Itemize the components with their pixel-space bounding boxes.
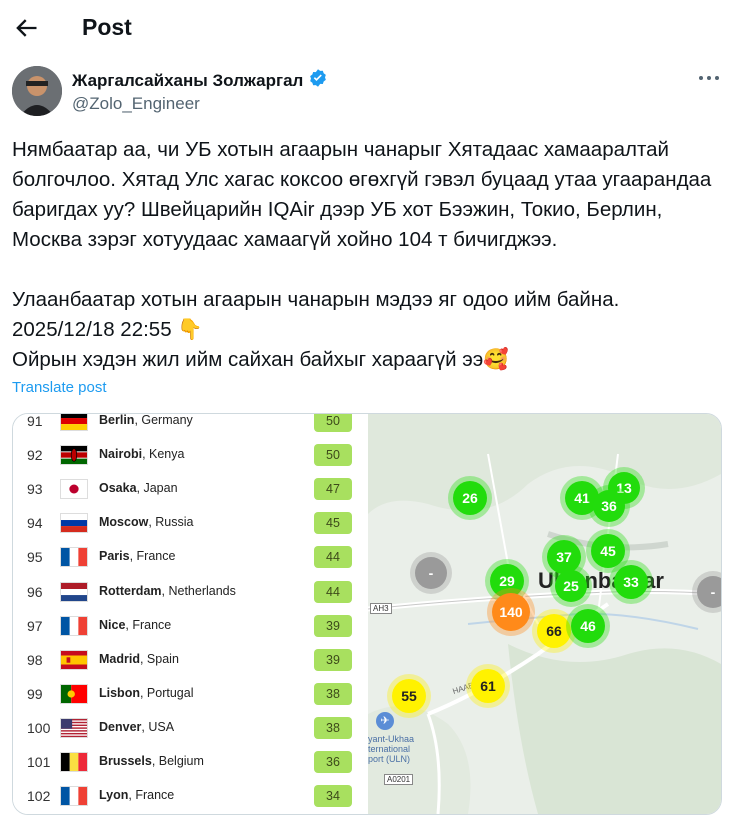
aqi-map-marker[interactable]: 66 <box>537 614 571 648</box>
ranking-number: 102 <box>27 788 51 805</box>
verified-badge-icon <box>308 68 328 93</box>
author-name[interactable]: Жаргалсайханы Золжаргал <box>72 71 303 91</box>
aqi-score-badge: 38 <box>314 716 352 739</box>
aqi-score-badge: 44 <box>314 546 352 569</box>
aqi-map-marker[interactable]: 33 <box>614 565 648 599</box>
city-name: Paris, France <box>99 549 176 564</box>
post-paragraph: Улаанбаатар хотын агаарын чанарын мэдээ … <box>12 288 620 311</box>
aqi-map-marker[interactable]: 61 <box>471 669 505 703</box>
ranking-number: 92 <box>27 447 43 464</box>
map-background <box>368 414 721 814</box>
ranking-number: 96 <box>27 583 43 600</box>
page-title: Post <box>82 14 132 40</box>
city-name: Nice, France <box>99 617 172 632</box>
flag-icon <box>60 581 88 602</box>
flag-icon <box>60 717 88 738</box>
post-text: Нямбаатар аа, чи УБ хотын агаарын чанары… <box>12 135 732 375</box>
aqi-map-marker[interactable]: 140 <box>492 593 530 631</box>
ranking-row: 97 Nice, France 39 <box>13 609 368 643</box>
post-image[interactable]: 91 Berlin, Germany 50 92 Nairobi, Kenya 50 93 O… <box>12 413 722 815</box>
ranking-number: 95 <box>27 549 43 566</box>
ranking-number: 97 <box>27 617 43 634</box>
city-ranking-list: 91 Berlin, Germany 50 92 Nairobi, Kenya 50 93 O… <box>13 414 368 814</box>
avatar[interactable] <box>12 66 62 116</box>
road-label: AH3 <box>370 603 392 614</box>
aqi-map-marker[interactable]: 55 <box>392 679 426 713</box>
city-name: Rotterdam, Netherlands <box>99 583 236 598</box>
ranking-number: 98 <box>27 651 43 668</box>
ranking-number: 94 <box>27 515 43 532</box>
city-name: Osaka, Japan <box>99 481 178 496</box>
author-handle[interactable]: @Zolo_Engineer <box>72 94 200 114</box>
ranking-row: 99 Lisbon, Portugal 38 <box>13 677 368 711</box>
aqi-score-badge: 47 <box>314 478 352 501</box>
flag-icon <box>60 649 88 670</box>
ranking-row: 101 Brussels, Belgium 36 <box>13 745 368 779</box>
aqi-score-badge: 44 <box>314 580 352 603</box>
ranking-row: 93 Osaka, Japan 47 <box>13 472 368 506</box>
city-name: Madrid, Spain <box>99 651 179 666</box>
airport-label: yant-Ukhaa ternational port (ULN) <box>368 734 415 764</box>
flag-icon <box>60 445 88 466</box>
aqi-map-marker[interactable]: - <box>415 557 447 589</box>
ranking-row: 98 Madrid, Spain 39 <box>13 643 368 677</box>
ranking-number: 93 <box>27 481 43 498</box>
aqi-map-marker[interactable]: 25 <box>555 570 587 602</box>
road-label: A0201 <box>384 774 414 785</box>
aqi-map-marker[interactable]: 45 <box>591 534 625 568</box>
ranking-number: 91 <box>27 413 43 429</box>
paragraph-spacer <box>12 255 732 285</box>
aqi-score-badge: 34 <box>314 785 352 808</box>
city-name: Denver, USA <box>99 719 175 734</box>
aqi-map-marker[interactable]: 46 <box>571 609 605 643</box>
ranking-row: 92 Nairobi, Kenya 50 <box>13 438 368 472</box>
airport-icon: ✈ <box>376 712 394 730</box>
aqi-map-marker[interactable]: - <box>697 576 721 608</box>
city-name: Moscow, Russia <box>99 515 194 530</box>
air-quality-map: Ulaanbaatar AH3 A0201 HAABAM ✈ yant-Ukha… <box>368 414 721 814</box>
ranking-row: 102 Lyon, France 34 <box>13 779 368 813</box>
translate-post-link[interactable]: Translate post <box>12 379 107 396</box>
city-name: Brussels, Belgium <box>99 754 204 768</box>
ranking-row: 95 Paris, France 44 <box>13 540 368 574</box>
city-name: Lisbon, Portugal <box>99 685 194 700</box>
flag-icon <box>60 615 88 636</box>
ranking-row: 100 Denver, USA 38 <box>13 711 368 745</box>
ranking-number: 99 <box>27 685 43 702</box>
flag-icon <box>60 683 88 704</box>
post-header: Post <box>0 0 749 58</box>
more-options-icon[interactable] <box>696 68 722 88</box>
author-name-line: Жаргалсайханы Золжаргал <box>72 68 328 93</box>
flag-icon <box>60 414 88 431</box>
aqi-score-badge: 36 <box>314 751 352 773</box>
back-arrow-icon[interactable] <box>12 14 40 42</box>
aqi-score-badge: 50 <box>314 444 352 467</box>
city-name: Lyon, France <box>99 788 175 803</box>
post-paragraph: Нямбаатар аа, чи УБ хотын агаарын чанары… <box>12 138 712 251</box>
aqi-score-badge: 38 <box>314 682 352 705</box>
flag-icon <box>60 786 88 807</box>
flag-icon <box>60 479 88 500</box>
ranking-row: 91 Berlin, Germany 50 <box>13 413 368 438</box>
ranking-number: 101 <box>27 754 51 770</box>
aqi-map-marker[interactable]: 36 <box>593 490 625 522</box>
ranking-row: 96 Rotterdam, Netherlands 44 <box>13 575 368 609</box>
aqi-score-badge: 50 <box>314 414 352 432</box>
ranking-row: 94 Moscow, Russia 45 <box>13 506 368 540</box>
aqi-map-marker[interactable]: 37 <box>547 540 581 574</box>
post-paragraph: 2025/12/18 22:55 👇 <box>12 318 203 341</box>
aqi-score-badge: 45 <box>314 512 352 535</box>
post-paragraph: Ойрын хэдэн жил ийм сайхан байхыг харааг… <box>12 348 509 371</box>
city-name: Berlin, Germany <box>99 413 193 427</box>
aqi-map-marker[interactable]: 26 <box>453 481 487 515</box>
flag-icon <box>60 752 88 772</box>
ranking-number: 100 <box>27 719 51 736</box>
flag-icon <box>60 547 88 568</box>
aqi-score-badge: 39 <box>314 648 352 671</box>
flag-icon <box>60 513 88 534</box>
city-name: Nairobi, Kenya <box>99 447 185 462</box>
aqi-score-badge: 39 <box>314 614 352 637</box>
